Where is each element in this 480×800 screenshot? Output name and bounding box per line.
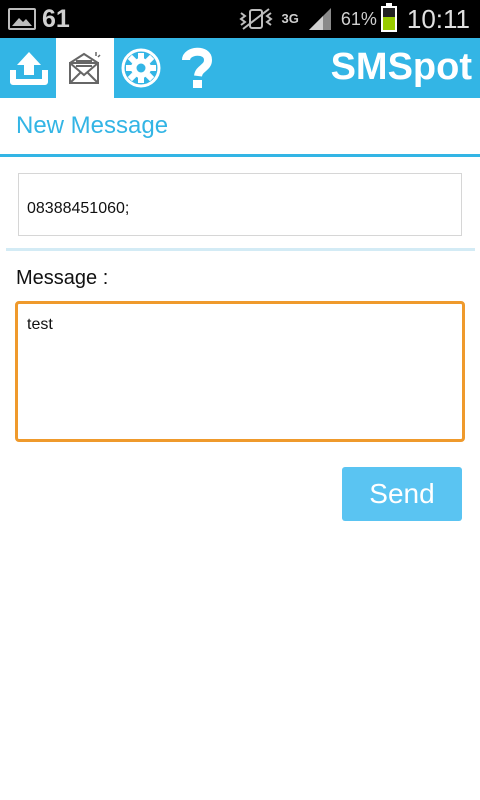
gear-icon (121, 48, 161, 88)
send-button[interactable]: Send (342, 467, 462, 521)
battery-fill (382, 16, 395, 30)
help-icon (182, 47, 213, 88)
settings-button[interactable] (112, 38, 170, 98)
battery-icon (380, 3, 397, 32)
new-message-tab[interactable] (56, 38, 114, 98)
notification-count: 61 (42, 4, 70, 33)
status-bar: 61 3G 61% 10:11 (0, 0, 480, 38)
upload-icon (10, 52, 48, 85)
help-button[interactable] (168, 38, 226, 98)
message-label: Message : (16, 267, 109, 289)
vibrate-icon (239, 7, 274, 31)
section-divider (6, 248, 475, 251)
clock: 10:11 (406, 3, 470, 34)
network-3g-icon: 3G (281, 11, 299, 26)
title-divider (0, 154, 480, 157)
action-bar: SMSpot (0, 38, 480, 98)
battery-percent: 61% (340, 8, 377, 29)
signal-icon (307, 6, 333, 32)
message-input[interactable]: test (15, 301, 465, 442)
envelope-icon (69, 52, 101, 84)
page-title: New Message (16, 112, 169, 139)
app-brand-logo: SMSpot (330, 46, 472, 88)
upload-button[interactable] (0, 38, 58, 98)
status-left: 61 (8, 4, 70, 34)
status-right: 3G 61% 10:11 (231, 3, 470, 35)
image-notification-icon (8, 8, 36, 30)
recipient-field[interactable]: 08388451060; (18, 173, 462, 236)
